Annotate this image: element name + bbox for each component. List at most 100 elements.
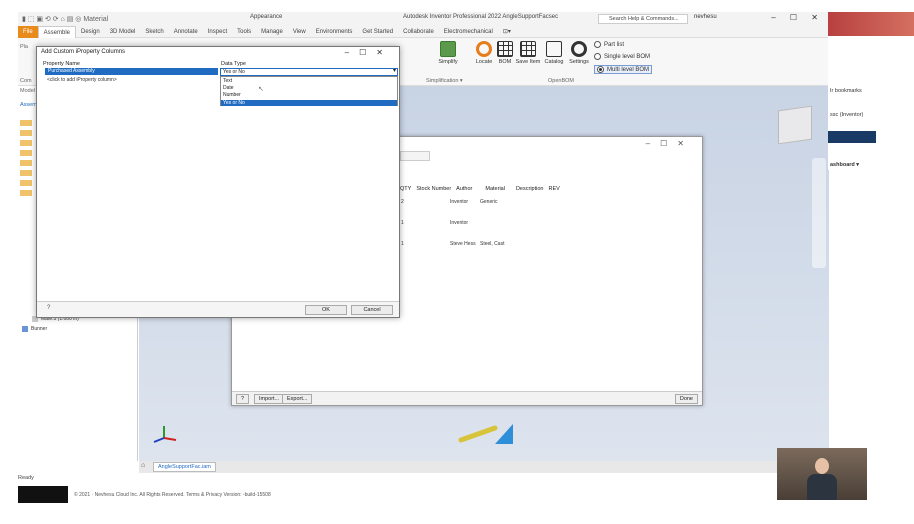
catalog-button[interactable]: Catalog <box>542 41 566 65</box>
tab-overflow[interactable]: ⊡▾ <box>498 28 516 35</box>
radio-multi-level-bom[interactable]: Multi level BOM <box>594 65 653 74</box>
bom-cell-qty[interactable]: 1 <box>401 241 404 247</box>
tab-design[interactable]: Design <box>76 29 105 35</box>
add-property-row[interactable]: <click to add iProperty column> <box>47 77 117 83</box>
dashboard-bar <box>828 131 876 143</box>
done-button[interactable]: Done <box>674 394 698 404</box>
bom-footer: ? Import... Export... Done <box>232 391 702 405</box>
panel-openbom: OpenBOM <box>548 78 574 84</box>
chevron-down-icon: ▾ <box>392 68 396 74</box>
presenter-video <box>807 458 837 500</box>
bom-cell-author[interactable]: Steve Hess <box>450 241 476 247</box>
title-bar: ▮ ⬚ ▣ ⟲ ⟳ ⌂ ▤ ◎ Material Autodesk Invent… <box>18 12 828 26</box>
bom-col-qty[interactable]: QTY <box>400 186 416 192</box>
part-icon <box>22 326 28 332</box>
settings-button[interactable]: Settings <box>567 41 591 65</box>
tree-folder-icons <box>20 116 32 196</box>
gear-icon <box>571 41 587 57</box>
radio-part-list[interactable]: Part list <box>594 41 624 48</box>
tab-collaborate[interactable]: Collaborate <box>398 29 439 35</box>
data-type-select[interactable]: Yes or No ▾ <box>220 68 398 76</box>
tab-electromechanical[interactable]: Electromechanical <box>439 29 498 35</box>
simplify-icon <box>440 41 456 57</box>
bom-cell-material[interactable]: Generic <box>480 199 498 205</box>
ribbon-tabs: File Assemble Design 3D Model Sketch Ann… <box>18 25 828 38</box>
quick-access-toolbar[interactable]: ▮ ⬚ ▣ ⟲ ⟳ ⌂ ▤ ◎ Material <box>18 15 108 23</box>
status-bar: Ready <box>18 475 34 481</box>
bom-window-controls[interactable]: –☐✕ <box>646 139 694 148</box>
add-custom-iproperty-dialog: Add Custom iProperty Columns –☐✕ Propert… <box>36 46 400 318</box>
dialog-footer: ? OK Cancel <box>37 301 399 317</box>
bom-header-row: QTY Stock Number Author Material Descrip… <box>400 186 565 192</box>
webcam-overlay <box>777 448 867 500</box>
catalog-icon <box>546 41 562 57</box>
radio-single-level-bom[interactable]: Single level BOM <box>594 53 650 60</box>
tab-file[interactable]: File <box>18 25 38 38</box>
bom-col-description[interactable]: Description <box>510 186 549 192</box>
dialog-window-controls[interactable]: –☐✕ <box>345 48 393 57</box>
dropdown-option-selected[interactable]: Yes or No <box>221 100 397 106</box>
background-browser-strip: Ir bookmarks ssc (Inventor) ashboard ▾ <box>828 40 878 170</box>
radio-icon <box>594 41 601 48</box>
save-item-button[interactable]: Save Item <box>515 41 541 65</box>
redacted-region <box>18 486 68 503</box>
radio-icon <box>594 53 601 60</box>
ribbon-left-label: Com <box>20 78 32 84</box>
tab-sketch[interactable]: Sketch <box>140 29 168 35</box>
property-name-cell-selected[interactable]: Purchased Assembly <box>45 68 218 75</box>
dashboard-dropdown[interactable]: ashboard ▾ <box>830 162 859 168</box>
bom-grid-icon <box>497 41 513 57</box>
home-icon[interactable]: ⌂ <box>141 462 145 469</box>
tab-environments[interactable]: Environments <box>311 29 358 35</box>
bookmarks-label[interactable]: Ir bookmarks <box>830 88 862 94</box>
locate-button[interactable]: Locate <box>474 41 494 65</box>
axis-triad-icon <box>150 422 180 444</box>
bom-cell-author[interactable]: Inventor <box>450 199 468 205</box>
bom-cell-qty[interactable]: 2 <box>401 199 404 205</box>
import-button[interactable]: Import... <box>254 394 285 404</box>
user-account[interactable]: nevhesu <box>694 14 717 20</box>
tab-view[interactable]: View <box>288 29 311 35</box>
tab-manage[interactable]: Manage <box>256 29 288 35</box>
bom-col-material[interactable]: Material <box>477 186 510 192</box>
tab-3d-model[interactable]: 3D Model <box>105 29 141 35</box>
tab-assemble[interactable]: Assemble <box>37 25 77 38</box>
dropdown-option[interactable]: Text <box>223 78 232 84</box>
window-controls[interactable]: – ☐ ✕ <box>771 13 824 22</box>
bom-cell-material[interactable]: Steel, Cast <box>480 241 504 247</box>
ok-button[interactable]: OK <box>305 305 347 315</box>
bom-cell-author[interactable]: Inventor <box>450 220 468 226</box>
app-title: Autodesk Inventor Professional 2022 Angl… <box>403 14 559 20</box>
dropdown-option[interactable]: Number <box>223 92 241 98</box>
bom-button[interactable]: BOM <box>496 41 514 65</box>
data-type-dropdown: Text Date Number Yes or No <box>220 76 398 106</box>
panel-simplification[interactable]: Simplification ▾ <box>426 78 463 84</box>
browser-tab[interactable]: Assem <box>20 102 37 108</box>
tab-inspect[interactable]: Inspect <box>203 29 232 35</box>
help-search-input[interactable]: Search Help & Commands... <box>598 14 688 24</box>
dropdown-option[interactable]: Date <box>223 85 234 91</box>
document-tab[interactable]: AngleSupportFac.iam <box>153 462 216 472</box>
cancel-button[interactable]: Cancel <box>351 305 393 315</box>
export-button[interactable]: Export... <box>282 394 313 404</box>
bom-cell-qty[interactable]: 1 <box>401 220 404 226</box>
help-icon[interactable]: ? <box>47 305 50 311</box>
help-icon[interactable]: ? <box>236 394 250 404</box>
viewcube-icon[interactable] <box>778 105 812 145</box>
model-geometry[interactable] <box>455 420 515 446</box>
col-data-type: Data Type <box>221 61 246 67</box>
appearance-dropdown[interactable]: Appearance <box>250 14 282 20</box>
inventor-label: ssc (Inventor) <box>830 112 864 118</box>
bom-col-author[interactable]: Author <box>456 186 477 192</box>
bom-toolbar[interactable] <box>400 151 430 161</box>
navigation-bar[interactable] <box>812 158 826 268</box>
bom-col-stock-number[interactable]: Stock Number <box>416 186 456 192</box>
tab-tools[interactable]: Tools <box>232 29 256 35</box>
tree-item[interactable]: Bunner <box>22 326 47 332</box>
bom-col-rev[interactable]: REV <box>548 186 564 192</box>
tab-annotate[interactable]: Annotate <box>169 29 203 35</box>
save-item-icon <box>520 41 536 57</box>
openbom-locate-icon <box>476 41 492 57</box>
tab-get-started[interactable]: Get Started <box>357 29 398 35</box>
simplify-button[interactable]: Simplify <box>436 41 460 65</box>
